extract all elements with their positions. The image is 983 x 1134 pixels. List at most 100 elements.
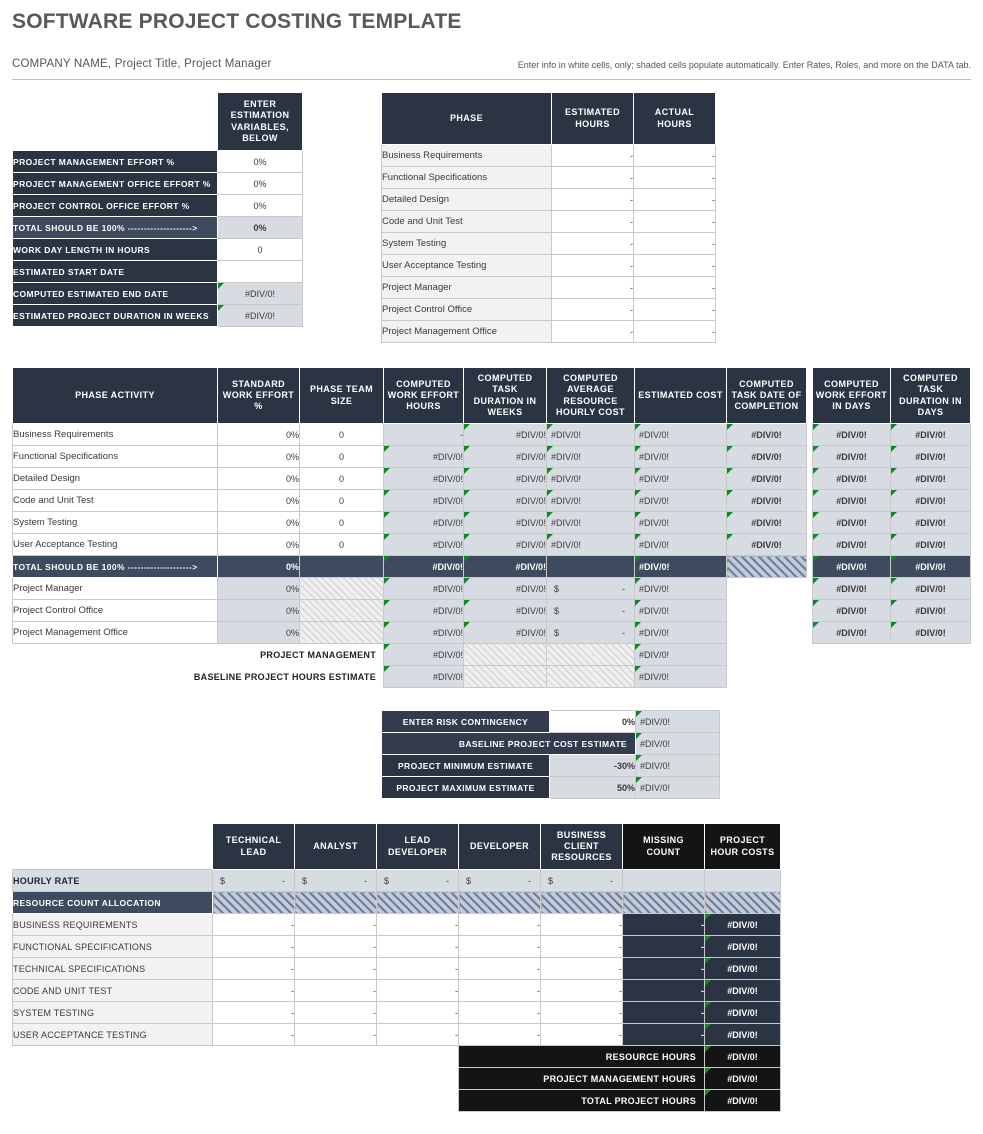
- hourly-rate-cell[interactable]: $ -: [212, 869, 295, 892]
- task-duration-days: #DIV/0!: [890, 511, 971, 534]
- resource-count-cell[interactable]: -: [458, 979, 541, 1002]
- phase-header-row: PHASE ESTIMATED HOURS ACTUAL HOURS: [381, 92, 716, 145]
- estimation-row: ESTIMATED START DATE: [12, 260, 303, 283]
- phase-column-header: ESTIMATED HOURS: [551, 92, 634, 145]
- resource-count-cell[interactable]: -: [458, 913, 541, 936]
- resource-count-cell[interactable]: -: [540, 979, 623, 1002]
- estimation-row-value[interactable]: 0%: [217, 150, 303, 173]
- activity-effort-pct[interactable]: 0%: [217, 511, 300, 534]
- resource-count-cell[interactable]: -: [376, 913, 459, 936]
- phase-actual-hours[interactable]: -: [633, 166, 716, 189]
- phase-activity-table: PHASE ACTIVITY STANDARD WORK EFFORT % PHAS…: [12, 367, 807, 688]
- phase-estimated-hours[interactable]: -: [551, 166, 634, 189]
- resource-count-cell[interactable]: -: [212, 979, 295, 1002]
- phase-estimated-hours[interactable]: -: [551, 298, 634, 321]
- resource-count-cell[interactable]: -: [376, 935, 459, 958]
- resource-count-cell[interactable]: -: [294, 957, 377, 980]
- estimation-row-value[interactable]: 0%: [217, 172, 303, 195]
- dollar-sign: $: [554, 627, 560, 638]
- activity-total-team: [299, 555, 384, 578]
- resource-count-cell[interactable]: -: [212, 1001, 295, 1024]
- resource-count-cell[interactable]: -: [376, 979, 459, 1002]
- resource-count-cell[interactable]: -: [376, 957, 459, 980]
- risk-value[interactable]: 0%: [549, 710, 636, 733]
- activity-row: User Acceptance Testing 0% 0 #DIV/0! #DIV/0!…: [12, 533, 807, 556]
- estimation-row-value[interactable]: 0%: [217, 194, 303, 217]
- resource-count-cell[interactable]: -: [458, 1023, 541, 1046]
- estimation-row-value[interactable]: [217, 260, 303, 283]
- activity-team-size[interactable]: 0: [299, 489, 384, 512]
- activity-avg-hourly-cost: #DIV/0!: [546, 489, 635, 512]
- resource-count-cell[interactable]: -: [294, 913, 377, 936]
- resource-allocation-label: RESOURCE COUNT ALLOCATION: [12, 891, 213, 914]
- resource-count-cell[interactable]: -: [212, 913, 295, 936]
- resource-row: BUSINESS REQUIREMENTS - - - - - - #DIV/0!: [12, 913, 781, 936]
- phase-actual-hours[interactable]: -: [633, 144, 716, 167]
- resource-count-cell[interactable]: -: [294, 1001, 377, 1024]
- phase-actual-hours[interactable]: -: [633, 298, 716, 321]
- hourly-rate-cell[interactable]: $ -: [294, 869, 377, 892]
- allocation-blocked-cell: [294, 891, 377, 914]
- activity-work-effort-hours: #DIV/0!: [383, 445, 464, 468]
- allocation-blocked-cell: [704, 891, 781, 914]
- activity-effort-pct[interactable]: 0%: [217, 467, 300, 490]
- hourly-rate-cell[interactable]: $ -: [540, 869, 623, 892]
- missing-count-cell: -: [622, 957, 705, 980]
- phase-actual-hours[interactable]: -: [633, 232, 716, 255]
- resource-count-cell[interactable]: -: [458, 957, 541, 980]
- activity-effort-pct[interactable]: 0%: [217, 423, 300, 446]
- resource-count-cell[interactable]: -: [294, 979, 377, 1002]
- hourly-rate-cell[interactable]: $ -: [458, 869, 541, 892]
- activity-total-effort: 0%: [217, 555, 300, 578]
- days-row: #DIV/0! #DIV/0!: [812, 423, 971, 446]
- phase-estimated-hours[interactable]: -: [551, 276, 634, 299]
- resource-count-cell[interactable]: -: [376, 1001, 459, 1024]
- resource-count-cell[interactable]: -: [294, 1023, 377, 1046]
- risk-label: BASELINE PROJECT COST ESTIMATE: [381, 732, 636, 755]
- phase-estimated-hours[interactable]: -: [551, 254, 634, 277]
- phase-name: Detailed Design: [381, 188, 552, 211]
- phase-estimated-hours[interactable]: -: [551, 210, 634, 233]
- resource-allocation-band: RESOURCE COUNT ALLOCATION: [12, 891, 781, 914]
- phase-estimated-hours[interactable]: -: [551, 188, 634, 211]
- days-column-header: COMPUTED WORK EFFORT IN DAYS: [812, 367, 891, 424]
- resource-count-cell[interactable]: -: [540, 913, 623, 936]
- resource-count-cell[interactable]: -: [458, 1001, 541, 1024]
- activity-team-size[interactable]: 0: [299, 533, 384, 556]
- phase-actual-hours[interactable]: -: [633, 254, 716, 277]
- rate-value: -: [610, 875, 613, 886]
- activity-team-size[interactable]: 0: [299, 423, 384, 446]
- estimation-row-value[interactable]: 0%: [217, 216, 303, 239]
- activity-total-row: TOTAL SHOULD BE 100% -------------------…: [12, 555, 807, 578]
- resource-count-cell[interactable]: -: [540, 935, 623, 958]
- phase-actual-hours[interactable]: -: [633, 320, 716, 343]
- activity-effort-pct[interactable]: 0%: [217, 489, 300, 512]
- resource-activity-name: TECHNICAL SPECIFICATIONS: [12, 957, 213, 980]
- management-avg-hourly-cost: $ -: [546, 577, 635, 600]
- phase-estimated-hours[interactable]: -: [551, 320, 634, 343]
- resource-count-cell[interactable]: -: [212, 957, 295, 980]
- resource-count-cell[interactable]: -: [540, 1001, 623, 1024]
- activity-team-size[interactable]: 0: [299, 511, 384, 534]
- resource-count-cell[interactable]: -: [212, 1023, 295, 1046]
- resource-count-cell[interactable]: -: [540, 1023, 623, 1046]
- hourly-rate-cell[interactable]: $ -: [376, 869, 459, 892]
- activity-effort-pct[interactable]: 0%: [217, 533, 300, 556]
- resource-total-row: RESOURCE HOURS #DIV/0!: [12, 1045, 781, 1068]
- activity-team-size[interactable]: 0: [299, 467, 384, 490]
- activity-team-size[interactable]: 0: [299, 445, 384, 468]
- activity-effort-pct[interactable]: 0%: [217, 445, 300, 468]
- estimation-corner-blank: [12, 92, 218, 151]
- phase-estimated-hours[interactable]: -: [551, 232, 634, 255]
- phase-actual-hours[interactable]: -: [633, 188, 716, 211]
- estimation-row-value[interactable]: 0: [217, 238, 303, 261]
- resource-count-cell[interactable]: -: [458, 935, 541, 958]
- phase-actual-hours[interactable]: -: [633, 210, 716, 233]
- resource-count-cell[interactable]: -: [376, 1023, 459, 1046]
- phase-actual-hours[interactable]: -: [633, 276, 716, 299]
- resource-count-cell[interactable]: -: [212, 935, 295, 958]
- project-hour-cost-cell: #DIV/0!: [704, 1001, 781, 1024]
- resource-count-cell[interactable]: -: [540, 957, 623, 980]
- resource-count-cell[interactable]: -: [294, 935, 377, 958]
- phase-estimated-hours[interactable]: -: [551, 144, 634, 167]
